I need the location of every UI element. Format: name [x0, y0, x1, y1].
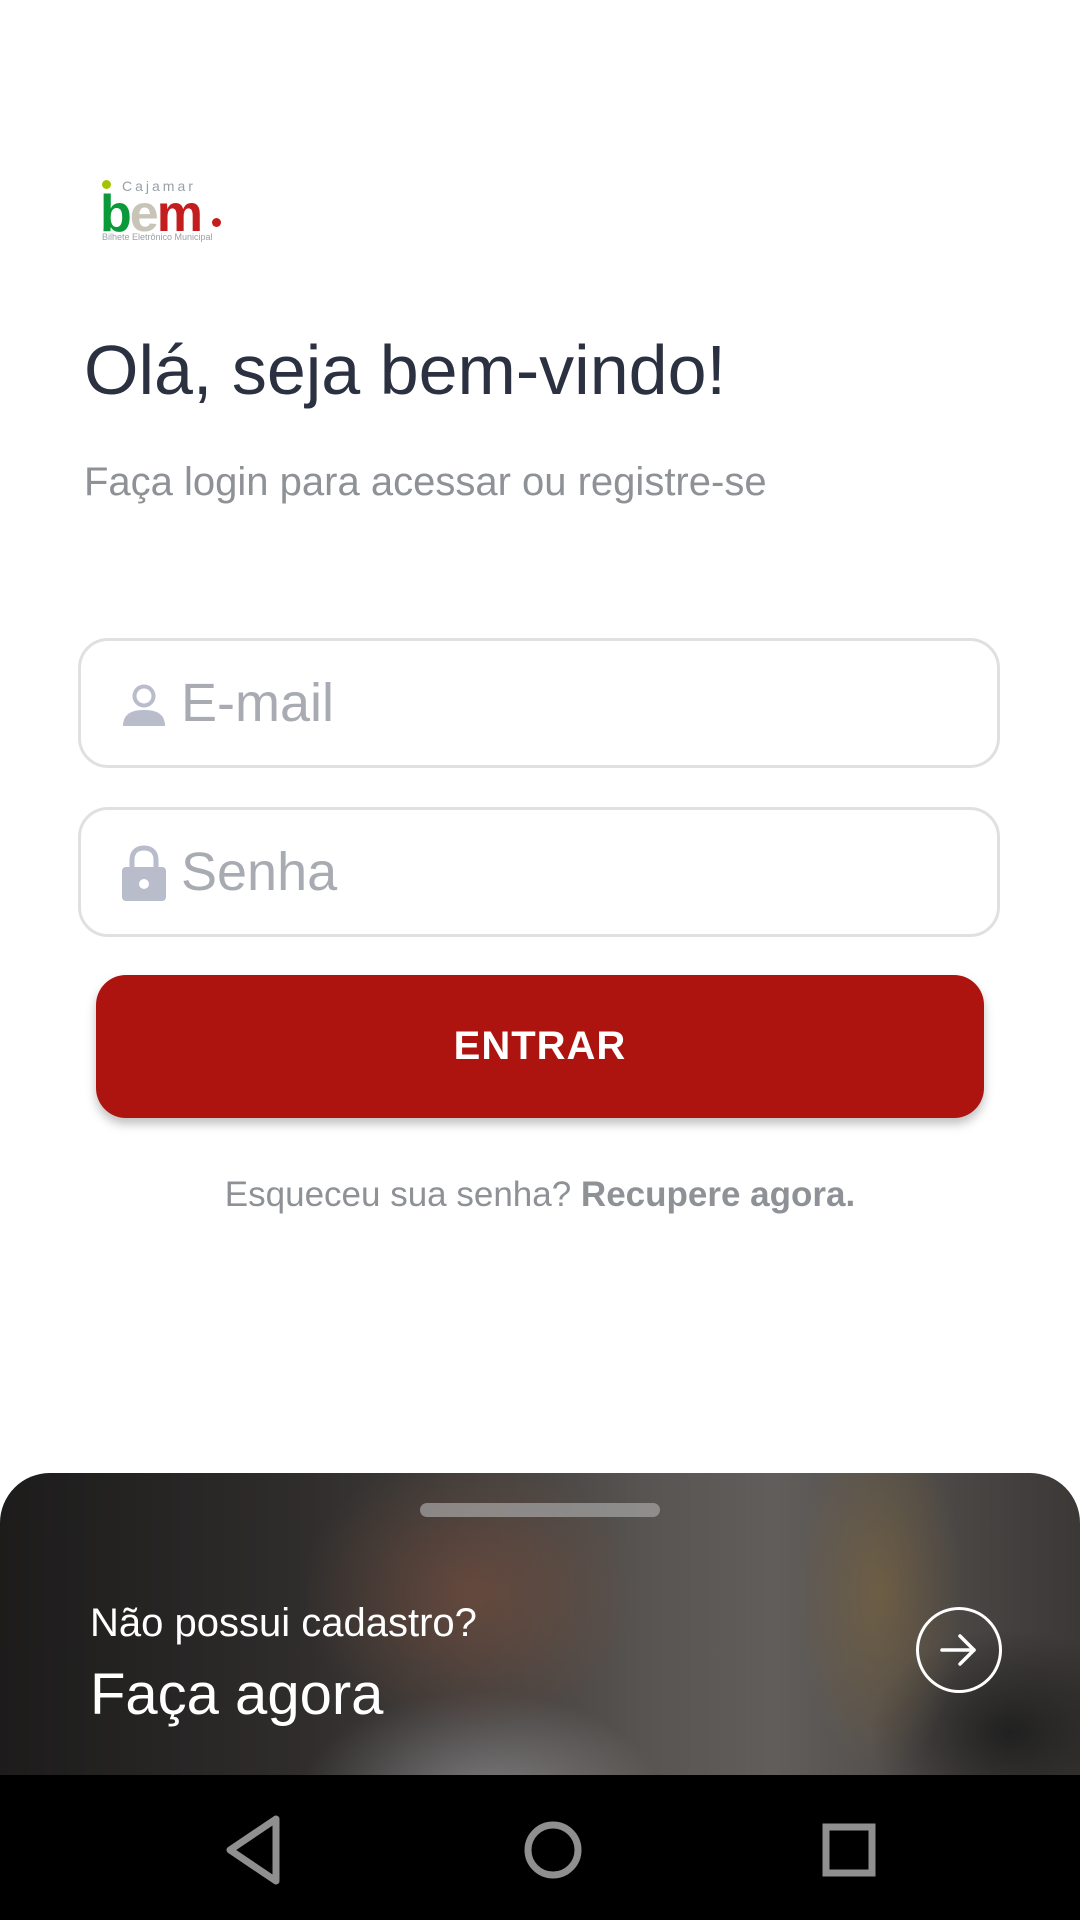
lock-icon	[122, 845, 166, 901]
signup-arrow-button[interactable]	[916, 1607, 1002, 1693]
login-button[interactable]: ENTRAR	[96, 975, 984, 1118]
system-navigation-bar	[0, 1775, 1080, 1920]
sheet-drag-handle[interactable]	[420, 1503, 660, 1517]
logo-dot-red	[212, 218, 221, 227]
app-logo: Cajamar bem Bilhete Eletrônico Municipal	[100, 178, 224, 248]
signup-sheet[interactable]: Não possui cadastro? Faça agora	[0, 1473, 1080, 1775]
forgot-password-row: Esqueceu sua senha? Recupere agora.	[0, 1175, 1080, 1215]
back-triangle-icon[interactable]	[210, 1805, 300, 1895]
password-field[interactable]	[78, 807, 1000, 937]
email-input[interactable]	[181, 641, 961, 765]
forgot-password-text: Esqueceu sua senha?	[224, 1175, 572, 1214]
recover-password-link[interactable]: Recupere agora.	[581, 1175, 855, 1214]
page-title: Olá, seja bem-vindo!	[84, 331, 726, 409]
password-input[interactable]	[181, 810, 961, 934]
signup-cta[interactable]: Faça agora	[90, 1661, 383, 1728]
recent-square-icon[interactable]	[804, 1805, 894, 1895]
logo-tagline: Bilhete Eletrônico Municipal	[102, 232, 213, 242]
arrow-right-icon	[940, 1634, 976, 1666]
home-circle-icon[interactable]	[508, 1805, 598, 1895]
page-subtitle: Faça login para acessar ou registre-se	[84, 460, 767, 504]
email-field[interactable]	[78, 638, 1000, 768]
signup-question: Não possui cadastro?	[90, 1601, 477, 1645]
person-icon	[123, 684, 165, 726]
